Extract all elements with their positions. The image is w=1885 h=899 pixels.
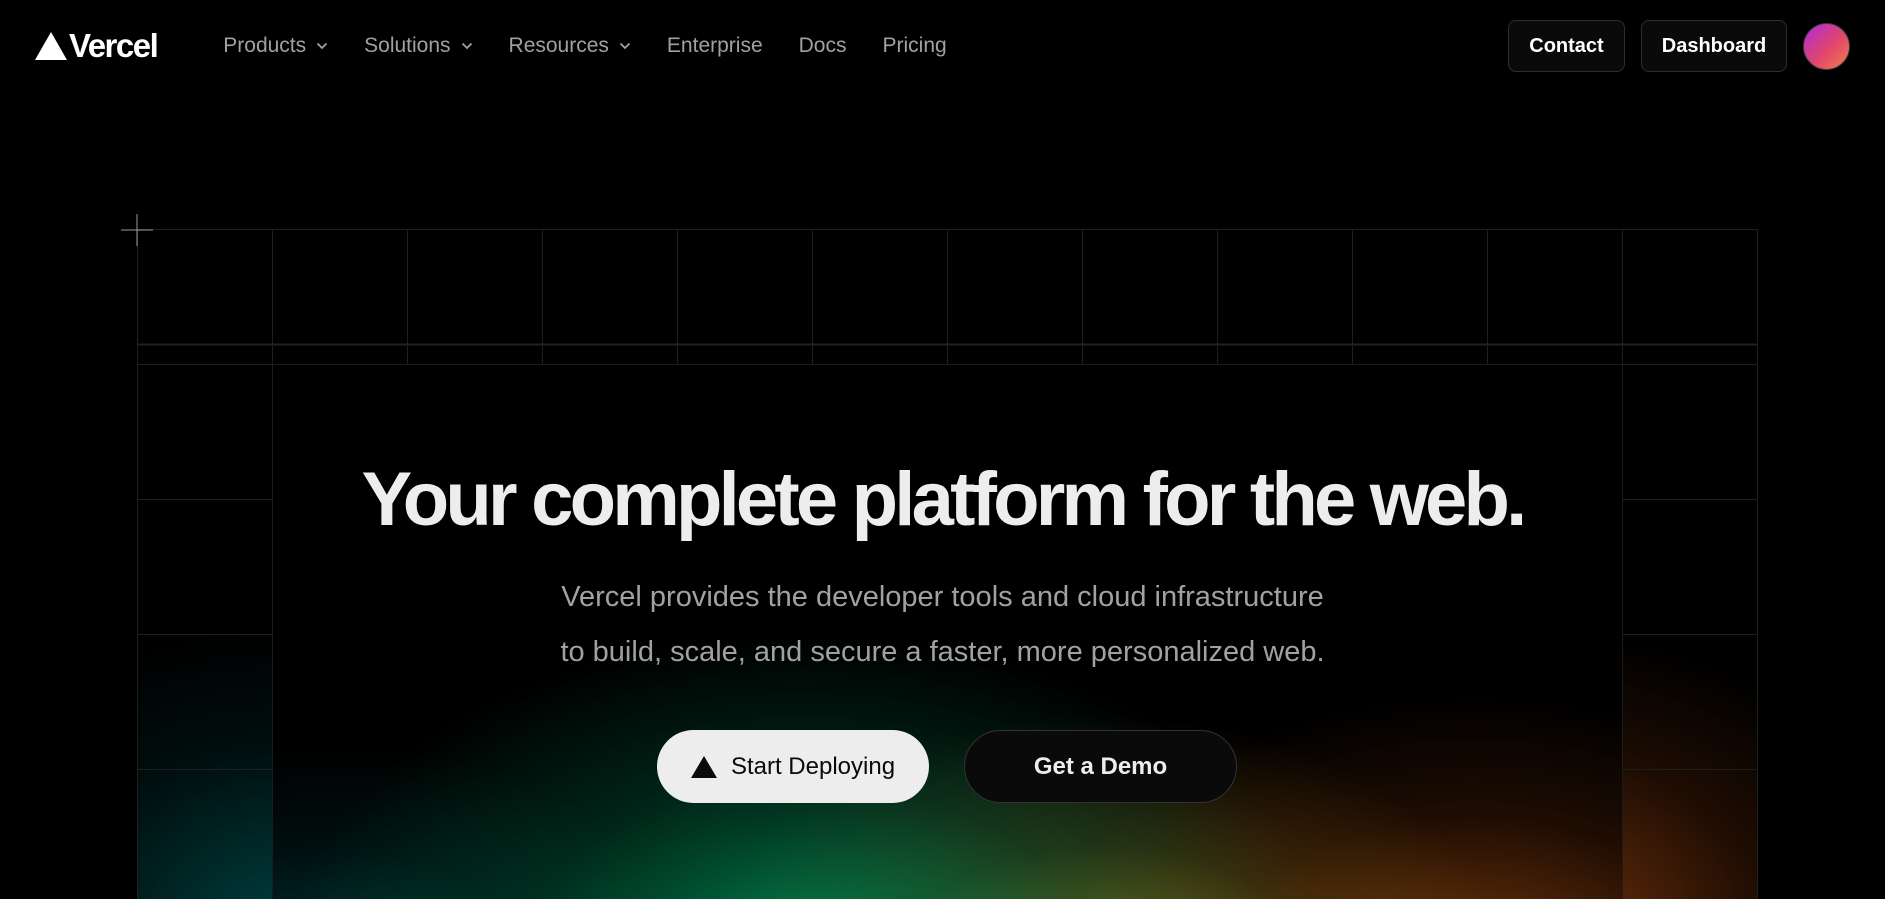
main-nav: Products Solutions Resources Enterprise … (223, 26, 964, 66)
nav-item-pricing[interactable]: Pricing (865, 26, 965, 66)
start-deploying-label: Start Deploying (730, 752, 896, 780)
nav-item-docs[interactable]: Docs (781, 26, 865, 66)
start-deploying-button[interactable]: Start Deploying (657, 730, 929, 803)
chevron-down-icon (619, 42, 631, 50)
chevron-down-icon (461, 42, 473, 50)
contact-button[interactable]: Contact (1508, 20, 1625, 72)
get-a-demo-label: Get a Demo (1033, 752, 1168, 780)
nav-item-label: Docs (798, 34, 847, 57)
nav-item-products[interactable]: Products (223, 26, 346, 66)
logo-text: Vercel (69, 27, 159, 64)
site-header: Vercel Products Solutions Resources Ente… (0, 0, 1885, 92)
nav-item-resources[interactable]: Resources (491, 26, 649, 66)
nav-item-label: Resources (508, 34, 609, 57)
nav-item-enterprise[interactable]: Enterprise (649, 26, 781, 66)
triangle-icon (690, 755, 717, 778)
nav-item-label: Solutions (364, 34, 451, 57)
dashboard-button[interactable]: Dashboard (1641, 20, 1787, 72)
triangle-logo-icon (35, 32, 67, 60)
nav-item-solutions[interactable]: Solutions (346, 26, 490, 66)
vercel-logo[interactable]: Vercel (35, 27, 159, 65)
chevron-down-icon (316, 42, 328, 50)
hero-panel (272, 364, 1623, 899)
crosshair-icon (121, 214, 153, 246)
nav-item-label: Enterprise (666, 34, 763, 57)
hero-section (137, 229, 1758, 899)
avatar[interactable] (1803, 22, 1850, 70)
get-a-demo-button[interactable]: Get a Demo (964, 730, 1237, 803)
header-actions: Contact Dashboard (1508, 20, 1850, 72)
nav-item-label: Products (223, 34, 307, 57)
nav-item-label: Pricing (882, 34, 947, 57)
